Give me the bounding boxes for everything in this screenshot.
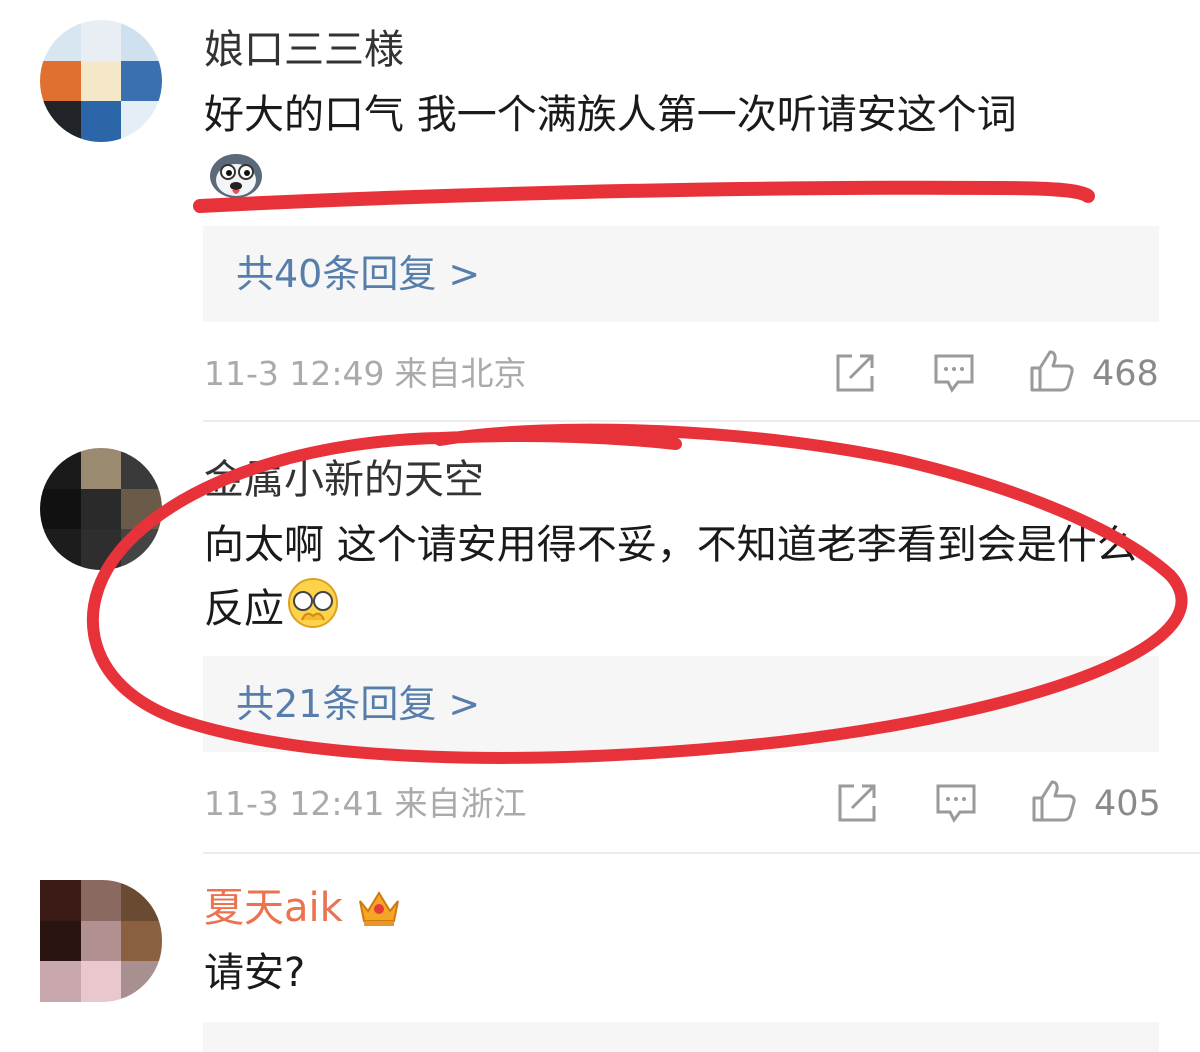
comment-text-body: 请安? (204, 950, 306, 996)
replies-label: 共40条回复 > (236, 252, 481, 296)
username-text: 夏天aik (204, 885, 343, 931)
comment-text-body: 向太啊 这个请安用得不妥，不知道老李看到会是什么反应 (204, 522, 1137, 632)
username[interactable]: 金属小新的天空 (204, 456, 484, 504)
covering-face-emoji-icon (284, 576, 342, 648)
avatar[interactable] (40, 880, 162, 1002)
divider (203, 852, 1200, 854)
share-icon[interactable] (834, 352, 878, 398)
timestamp: 11-3 12:41 (204, 784, 385, 823)
replies-link[interactable]: 共40条回复 > (203, 226, 1159, 322)
husky-emoji-icon (206, 152, 266, 204)
comment-text: 向太啊 这个请安用得不妥，不知道老李看到会是什么反应 (204, 514, 1154, 648)
location: 来自浙江 (394, 784, 527, 823)
comment-text: 好大的口气 我一个满族人第一次听请安这个词 (204, 84, 1164, 146)
replies-label: 共21条回复 > (236, 682, 481, 726)
comment-meta: 11-3 12:41 来自浙江 (204, 784, 527, 824)
comment-text-body: 好大的口气 我一个满族人第一次听请安这个词 (204, 92, 1017, 138)
like-count: 405 (1094, 784, 1161, 824)
share-icon[interactable] (836, 782, 880, 828)
comment-icon[interactable] (932, 352, 976, 398)
thumbs-up-icon[interactable] (1028, 348, 1076, 398)
replies-link[interactable] (203, 1022, 1159, 1052)
comment-icon[interactable] (934, 782, 978, 828)
username[interactable]: 夏天aik (204, 884, 402, 940)
replies-link[interactable]: 共21条回复 > (203, 656, 1159, 752)
comment-text: 请安? (204, 942, 1164, 1004)
location: 来自北京 (394, 354, 527, 393)
comment-meta: 11-3 12:49 来自北京 (204, 354, 527, 394)
username[interactable]: 娘口三三様 (204, 26, 404, 74)
avatar[interactable] (40, 20, 162, 142)
like-count: 468 (1092, 354, 1159, 394)
avatar[interactable] (40, 448, 162, 570)
divider (203, 420, 1200, 422)
timestamp: 11-3 12:49 (204, 354, 385, 393)
crown-badge-icon (356, 887, 402, 940)
underline-annotation (193, 180, 1095, 213)
thumbs-up-icon[interactable] (1030, 778, 1078, 828)
